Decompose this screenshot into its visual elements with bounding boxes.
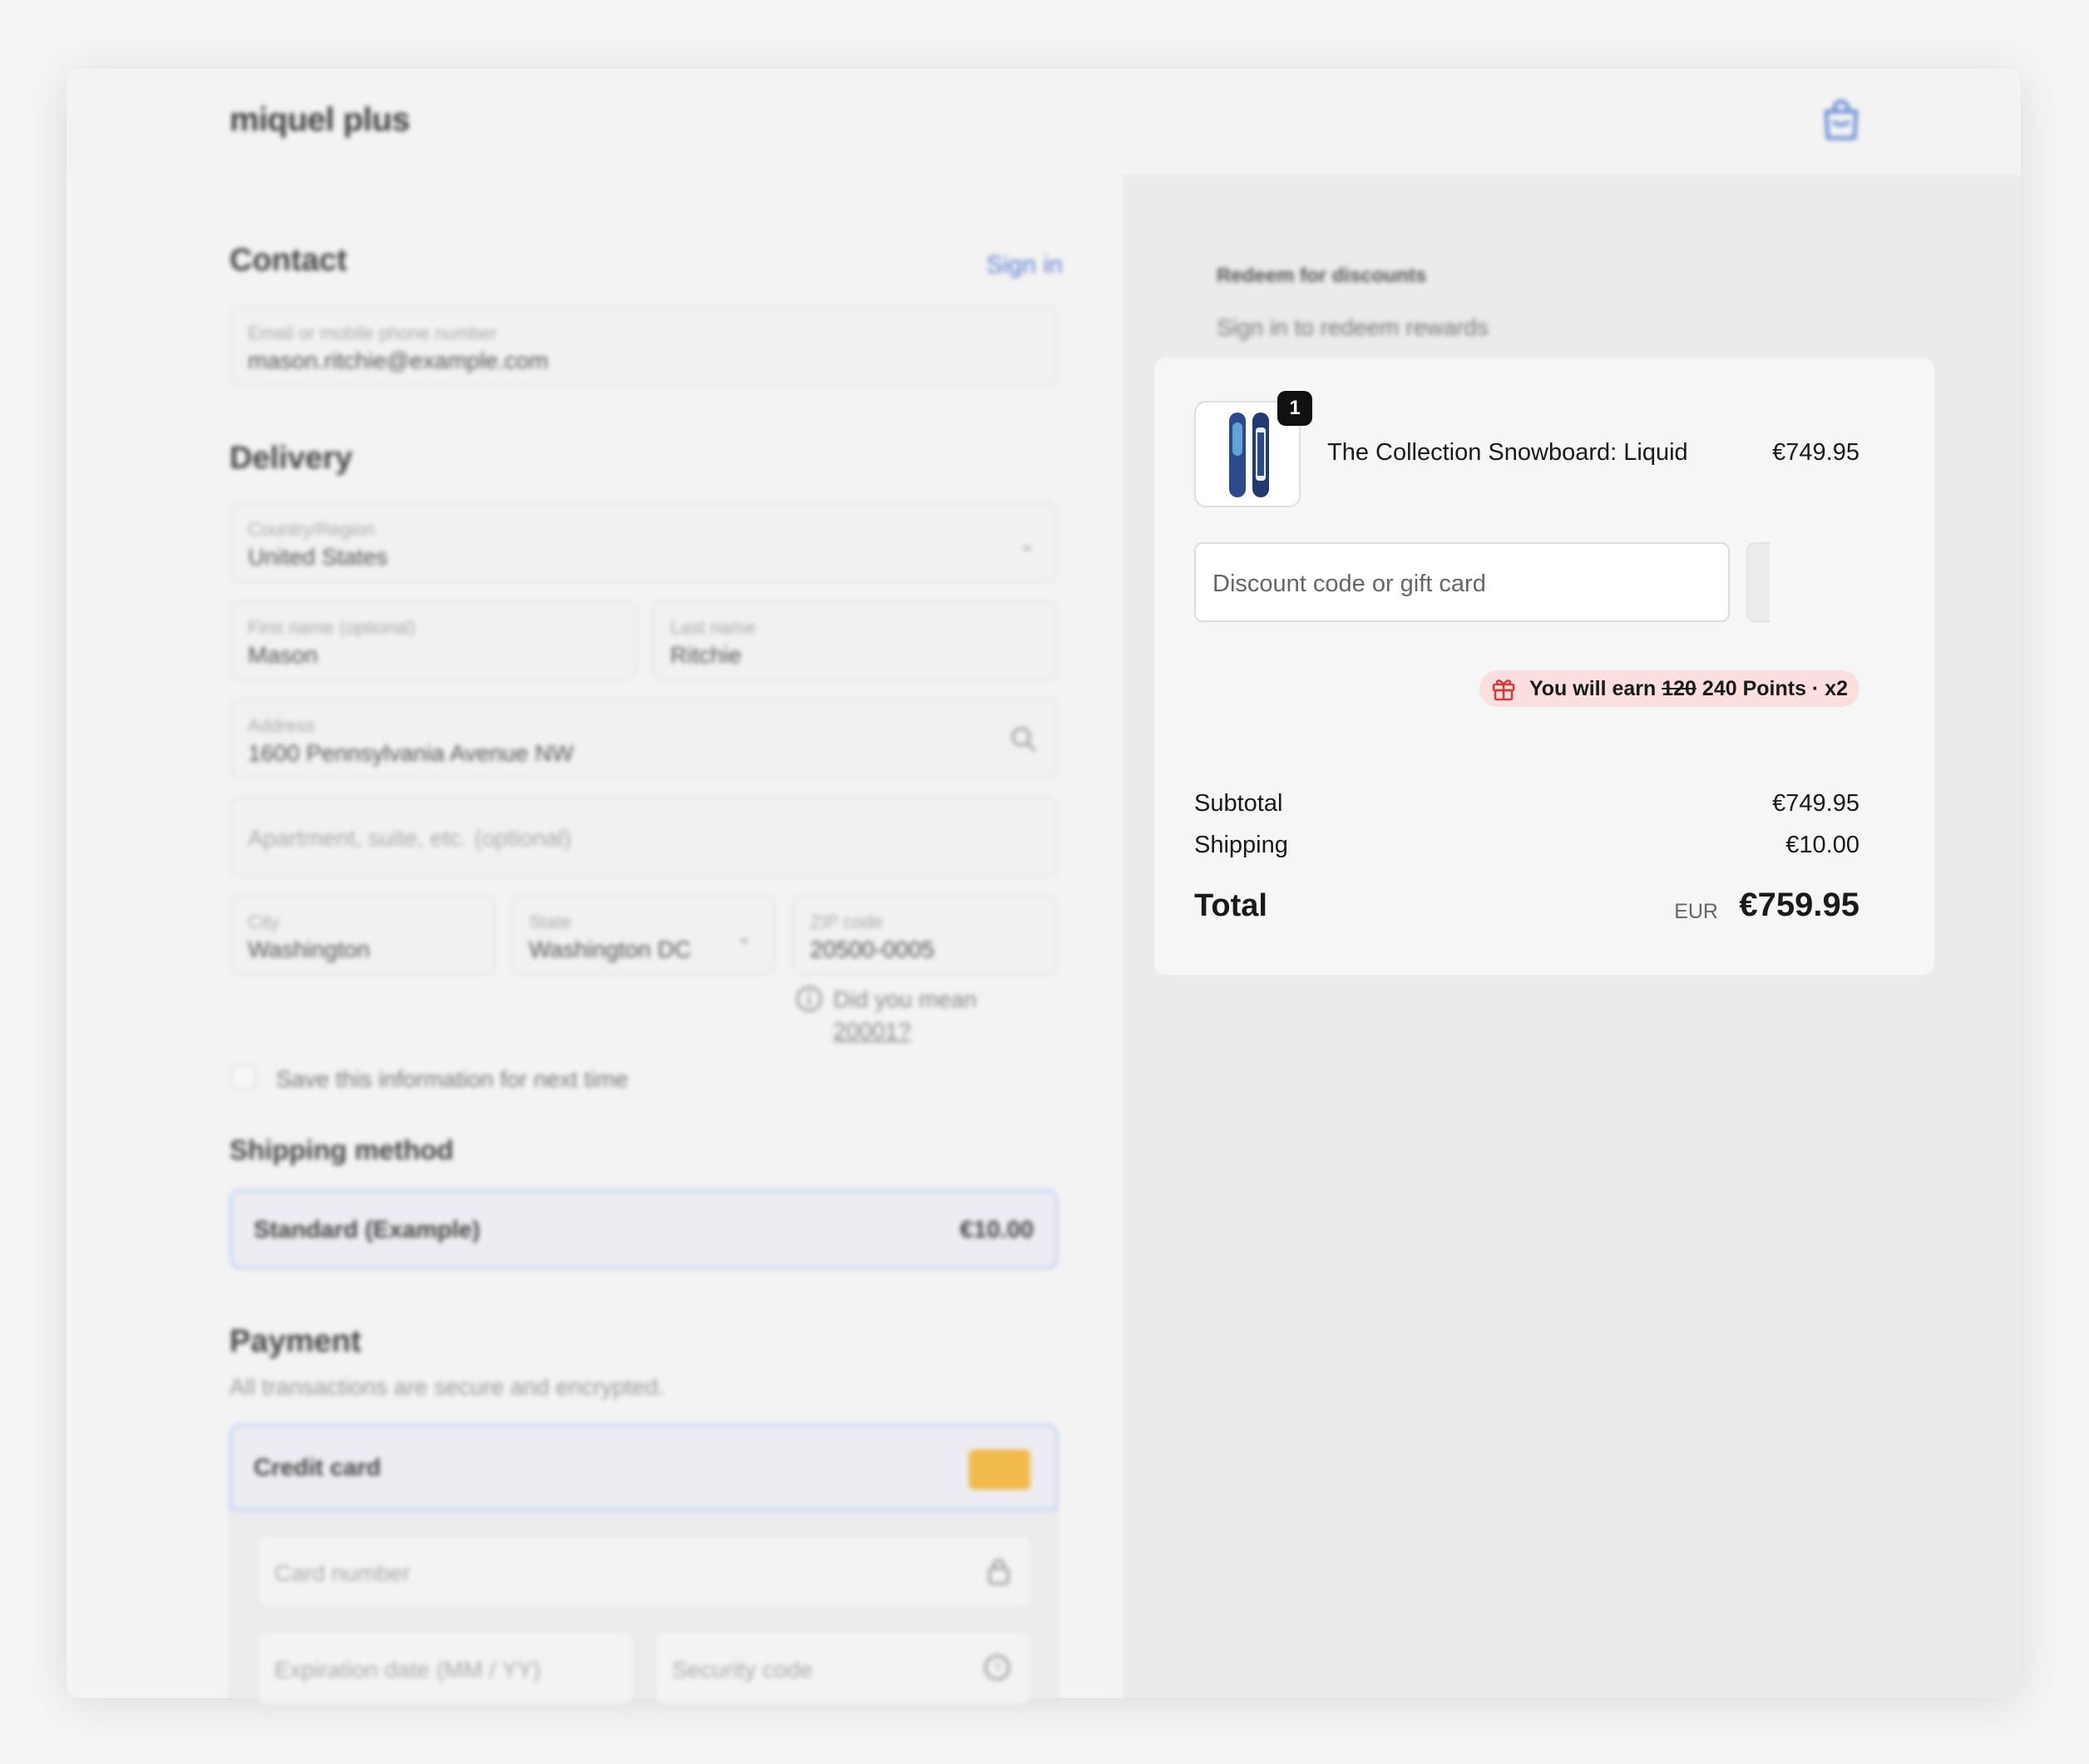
- contact-title: Contact: [230, 243, 348, 278]
- card-number-field[interactable]: Card number: [256, 1534, 1033, 1608]
- first-name-label: First name (optional): [248, 617, 416, 638]
- country-value: United States: [248, 544, 388, 570]
- redeem-subtitle[interactable]: Sign in to redeem rewards: [1217, 314, 1489, 341]
- state-select[interactable]: State Washington DC ⌄: [511, 895, 775, 975]
- zip-field[interactable]: ZIP code 20500-0005: [792, 895, 1058, 975]
- info-icon: [796, 986, 822, 1012]
- snowboard-image: [1229, 413, 1269, 497]
- expiry-field[interactable]: Expiration date (MM / YY): [256, 1630, 635, 1705]
- save-info-label: Save this information for next time: [276, 1066, 629, 1092]
- help-icon[interactable]: ?: [983, 1653, 1011, 1682]
- product-name: The Collection Snowboard: Liquid: [1327, 439, 1688, 466]
- subtotal-label: Subtotal: [1194, 790, 1283, 817]
- apartment-field[interactable]: Apartment, suite, etc. (optional): [230, 797, 1058, 877]
- payment-subtitle: All transactions are secure and encrypte…: [230, 1374, 664, 1400]
- security-code-placeholder: Security code: [672, 1657, 813, 1682]
- address-value: 1600 Pennsylvania Avenue NW: [248, 740, 574, 766]
- quantity-badge: 1: [1277, 391, 1312, 426]
- discount-input[interactable]: Discount code or gift card: [1194, 542, 1730, 622]
- chevron-down-icon: ⌄: [1019, 534, 1035, 555]
- shopping-bag-icon[interactable]: [1821, 98, 1861, 141]
- zip-hint: Did you mean: [833, 986, 977, 1012]
- redeem-title: Redeem for discounts: [1217, 264, 1427, 287]
- state-label: State: [529, 912, 572, 932]
- total-label: Total: [1194, 888, 1267, 923]
- credit-card-label: Credit card: [254, 1455, 382, 1481]
- expiry-placeholder: Expiration date (MM / YY): [274, 1657, 541, 1682]
- city-field[interactable]: City Washington: [230, 895, 496, 975]
- credit-card-option[interactable]: Credit card: [230, 1424, 1058, 1510]
- zip-label: ZIP code: [810, 912, 883, 932]
- zip-suggestion-value: 20001: [833, 1018, 898, 1044]
- address-label: Address: [248, 715, 315, 736]
- discount-placeholder: Discount code or gift card: [1212, 571, 1486, 597]
- total-currency: EUR: [1674, 900, 1718, 923]
- email-value: mason.ritchie@example.com: [248, 348, 549, 373]
- points-badge: You will earn 120 240 Points · x2: [1479, 670, 1859, 707]
- shipping-option-price: €10.00: [960, 1217, 1034, 1243]
- payment-title: Payment: [230, 1324, 362, 1359]
- card-brand-icon: [969, 1450, 1030, 1490]
- card-number-placeholder: Card number: [274, 1560, 411, 1586]
- security-code-field[interactable]: Security code ?: [654, 1630, 1033, 1705]
- apply-button[interactable]: [1746, 542, 1770, 622]
- state-value: Washington DC: [529, 936, 692, 962]
- last-name-value: Ritchie: [670, 642, 742, 668]
- zip-suggestion-link[interactable]: 20001?: [833, 1018, 911, 1045]
- sign-in-link[interactable]: Sign in: [986, 251, 1063, 279]
- brand-logo[interactable]: miquel plus: [230, 101, 410, 139]
- last-name-label: Last name: [670, 617, 756, 638]
- product-price: €749.95: [1772, 439, 1859, 466]
- first-name-field[interactable]: First name (optional) Mason: [230, 600, 637, 680]
- city-label: City: [248, 912, 279, 932]
- delivery-title: Delivery: [230, 441, 353, 476]
- country-select[interactable]: Country/Region United States ⌄: [230, 502, 1058, 582]
- points-new: 240 Points · x2: [1701, 677, 1848, 700]
- search-icon: [1011, 727, 1037, 753]
- country-label: Country/Region: [248, 519, 375, 540]
- svg-text:?: ?: [994, 1662, 1001, 1676]
- card-details: Card number Expiration date (MM / YY) Se…: [230, 1510, 1058, 1705]
- points-prefix: You will earn: [1528, 677, 1657, 700]
- first-name-value: Mason: [248, 642, 319, 668]
- lock-icon: [988, 1559, 1010, 1585]
- address-field[interactable]: Address 1600 Pennsylvania Avenue NW: [230, 699, 1058, 778]
- gift-icon: [1492, 679, 1515, 701]
- last-name-field[interactable]: Last name Ritchie: [652, 600, 1058, 680]
- zip-value: 20500-0005: [810, 936, 935, 962]
- shipping-value: €10.00: [1785, 832, 1859, 858]
- email-field[interactable]: Email or mobile phone number mason.ritch…: [230, 306, 1058, 386]
- points-old: 120: [1662, 677, 1696, 700]
- email-label: Email or mobile phone number: [248, 323, 497, 343]
- chevron-down-icon: ⌄: [736, 926, 752, 947]
- header: miquel plus: [67, 68, 2021, 175]
- order-summary-card: 1 The Collection Snowboard: Liquid €749.…: [1154, 358, 1934, 975]
- shipping-option-name: Standard (Example): [254, 1217, 481, 1243]
- shipping-method-title: Shipping method: [230, 1134, 454, 1165]
- subtotal-value: €749.95: [1772, 790, 1859, 817]
- save-info-checkbox[interactable]: [231, 1065, 256, 1090]
- city-value: Washington: [248, 936, 370, 962]
- apartment-placeholder: Apartment, suite, etc. (optional): [248, 825, 572, 851]
- shipping-option[interactable]: Standard (Example) €10.00: [230, 1189, 1058, 1269]
- zip-suggestion-suffix: ?: [897, 1018, 911, 1044]
- total-value: €759.95: [1739, 887, 1859, 923]
- shipping-label: Shipping: [1194, 832, 1288, 858]
